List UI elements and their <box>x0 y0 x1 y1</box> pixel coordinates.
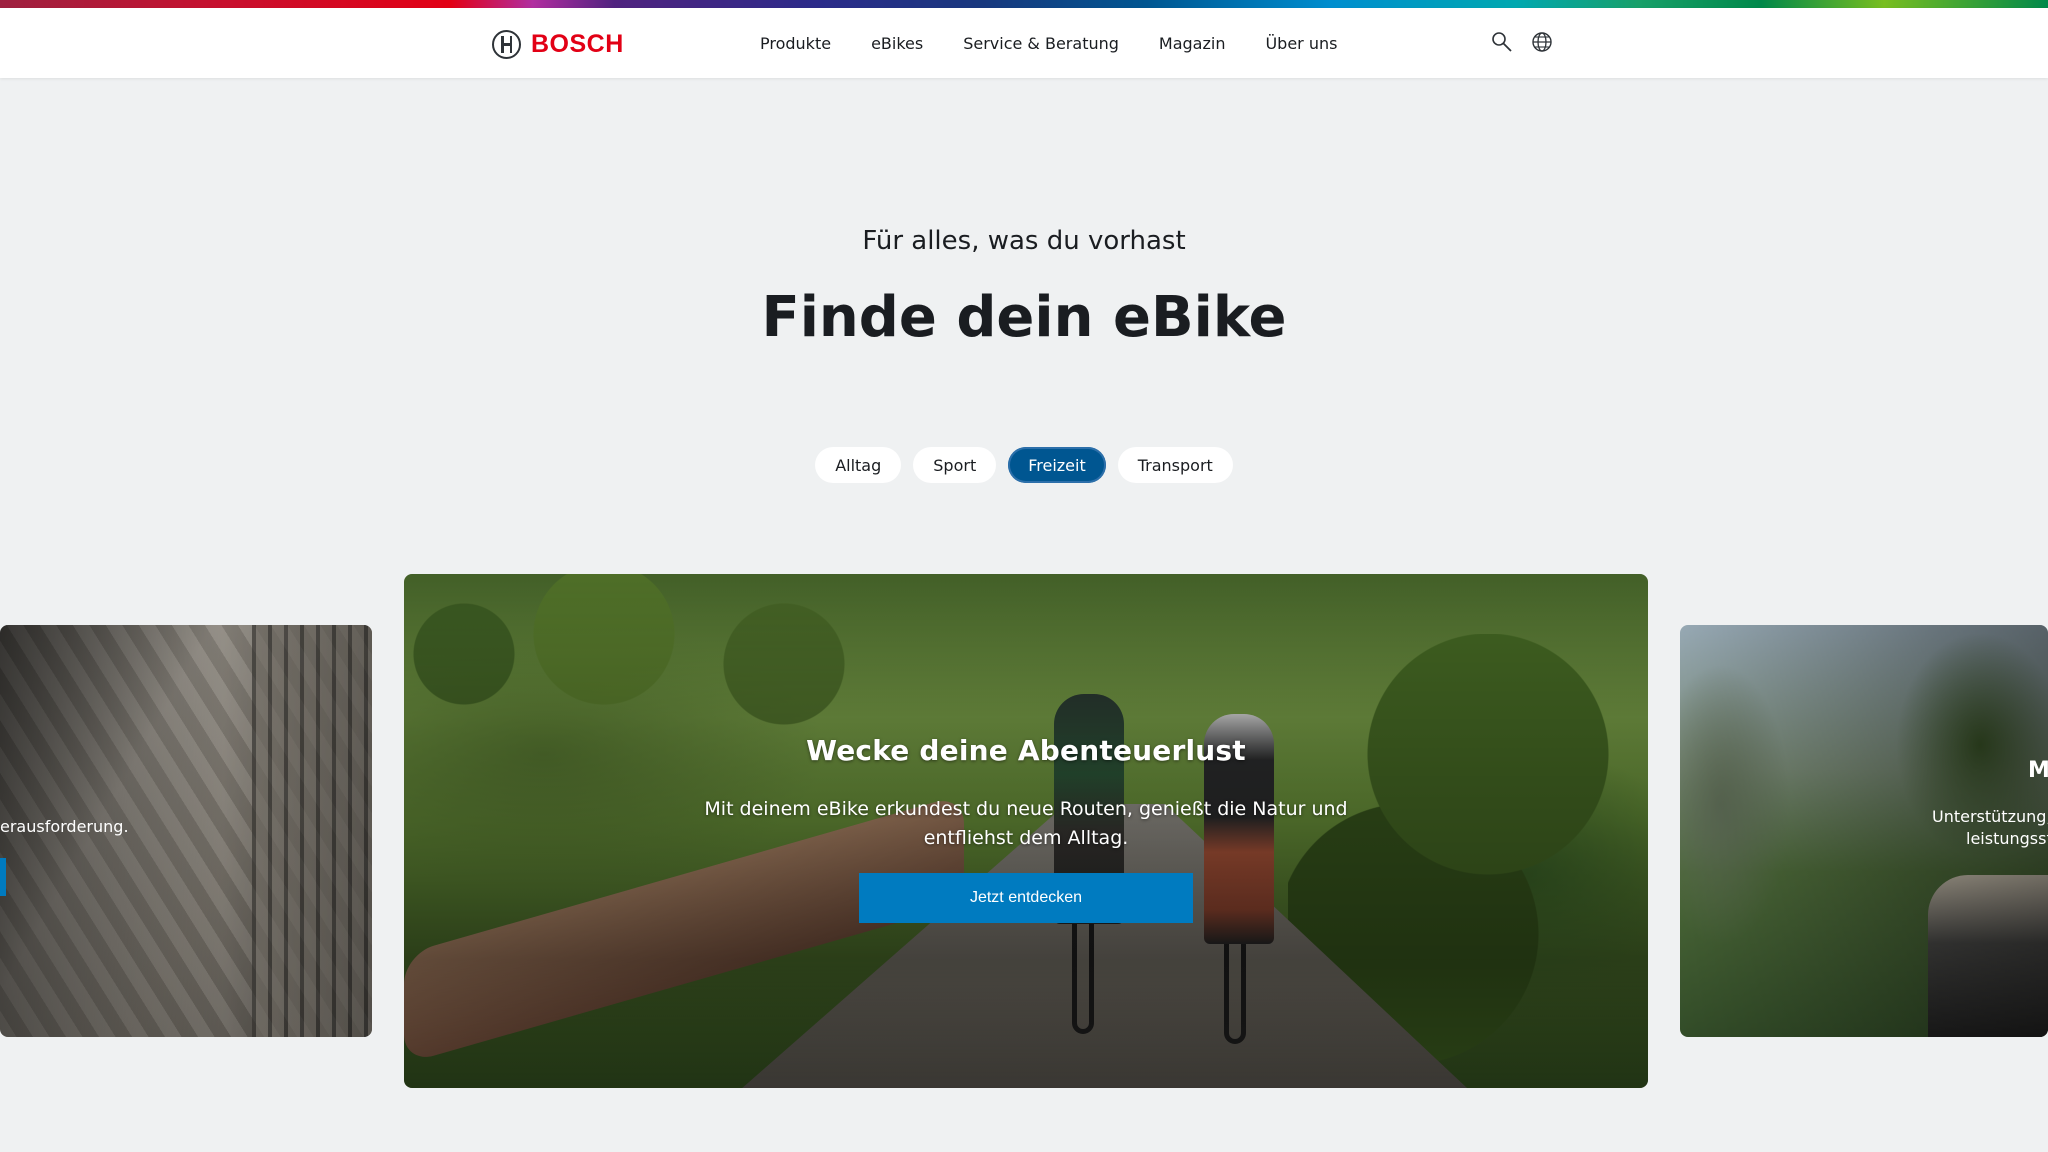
filter-sport[interactable]: Sport <box>913 447 997 483</box>
nav-produkte[interactable]: Produkte <box>760 34 831 53</box>
nav-ueber-uns[interactable]: Über uns <box>1265 34 1337 53</box>
bosch-logo[interactable]: BOSCH <box>492 28 624 60</box>
card-description: Mit deinem eBike erkundest du neue Route… <box>704 798 1348 849</box>
nav-magazin[interactable]: Magazin <box>1159 34 1226 53</box>
previous-card-text: erausforderung. <box>0 817 129 836</box>
category-filter: Alltag Sport Freizeit Transport <box>0 447 2048 483</box>
next-section-shadow <box>700 1138 1520 1152</box>
filter-alltag[interactable]: Alltag <box>815 447 902 483</box>
site-header: BOSCH Produkte eBikes Service & Beratung… <box>0 8 2048 78</box>
next-card-text-line2: leistungsst <box>1966 829 2048 848</box>
discover-button[interactable]: Jetzt entdecken <box>859 873 1193 923</box>
header-actions <box>1490 30 1554 54</box>
next-card-content: Unterstützung, leistungsst <box>1680 790 2048 870</box>
hero-subtitle: Für alles, was du vorhast <box>862 226 1186 256</box>
card-content: Wecke deine Abenteuerlust Mit deinem eBi… <box>404 734 1648 923</box>
filter-transport[interactable]: Transport <box>1117 447 1233 483</box>
logo-text: BOSCH <box>531 29 624 58</box>
nav-service-beratung[interactable]: Service & Beratung <box>963 34 1119 53</box>
main-nav: Produkte eBikes Service & Beratung Magaz… <box>760 8 1337 78</box>
nav-ebikes[interactable]: eBikes <box>871 34 923 53</box>
carousel-card-active: Wecke deine Abenteuerlust Mit deinem eBi… <box>404 574 1648 1088</box>
search-icon[interactable] <box>1490 30 1514 54</box>
next-card-heading: M <box>2028 758 2048 783</box>
hero-title: Finde dein eBike <box>761 285 1287 350</box>
bosch-armature-icon <box>492 29 521 59</box>
globe-icon[interactable] <box>1530 30 1554 54</box>
card-heading: Wecke deine Abenteuerlust <box>806 734 1246 767</box>
brand-color-bar <box>0 0 2048 8</box>
previous-card-button[interactable] <box>0 858 6 896</box>
previous-card-content: il erausforderung. <box>0 625 372 1037</box>
filter-freizeit[interactable]: Freizeit <box>1008 447 1106 483</box>
next-card-text-line1: Unterstützung, <box>1932 807 2048 826</box>
